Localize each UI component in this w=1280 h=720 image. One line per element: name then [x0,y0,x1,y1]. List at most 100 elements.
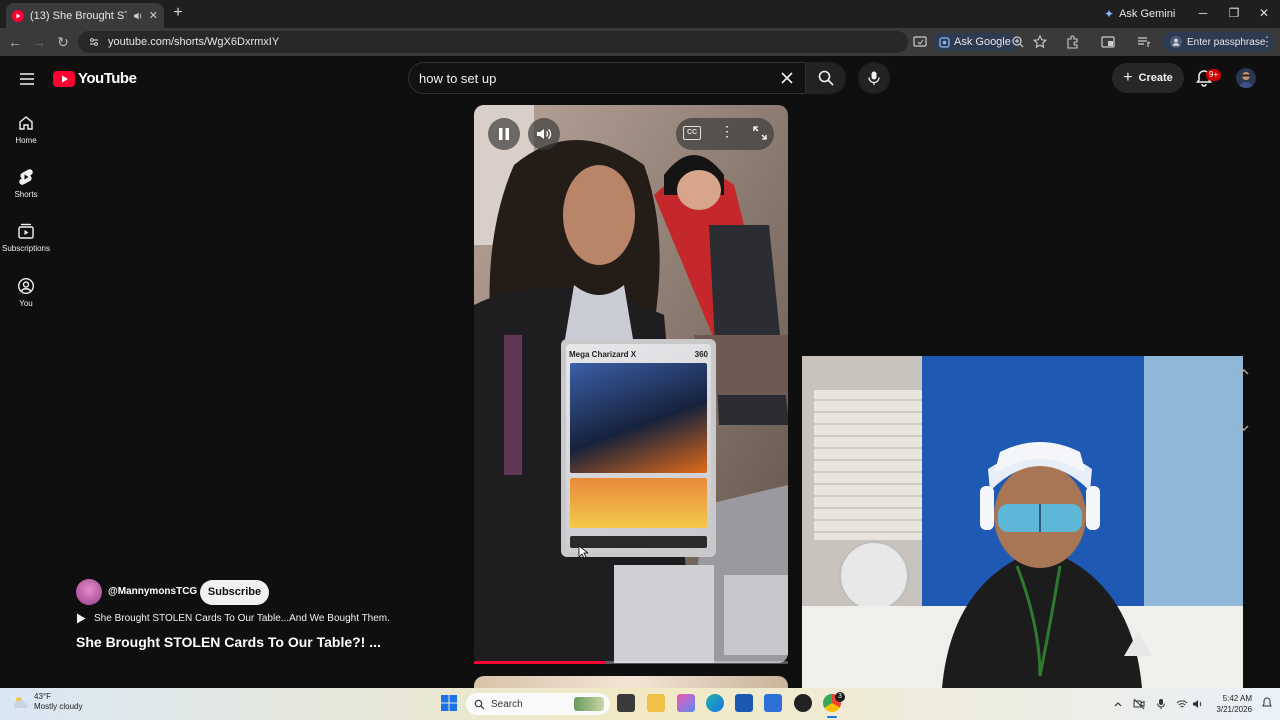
taskbar-search-box[interactable]: Search [466,693,610,715]
tab-audio-icon[interactable] [133,11,143,21]
back-arrow-icon[interactable]: ← [6,33,24,51]
windows-start-icon[interactable] [440,694,458,712]
previous-short-chevron-icon[interactable] [1237,365,1251,379]
channel-avatar[interactable] [76,579,102,605]
speaker-icon[interactable] [1192,698,1204,710]
ask-gemini-button[interactable]: ✦ Ask Gemini [1104,4,1175,24]
ask-google-button[interactable]: Ask Google [933,33,1017,51]
shorts-icon [17,168,35,186]
youtube-logo[interactable]: YouTube [53,70,137,87]
video-progress-fill [474,661,606,664]
sidebar-item-home[interactable]: Home [0,114,52,145]
mouse-cursor-icon [578,545,588,559]
reload-icon[interactable]: ↻ [54,33,72,51]
file-explorer-icon[interactable] [647,694,665,712]
card-hp: 360 [694,349,708,359]
camera-off-icon[interactable] [1133,698,1145,710]
search-icon [817,69,835,87]
create-button[interactable]: + Create [1112,63,1184,93]
voice-search-button[interactable] [858,62,890,94]
site-info-icon[interactable] [88,36,100,48]
card-footer [570,536,707,548]
youtube-wordmark: YouTube [78,70,137,87]
extensions-puzzle-icon[interactable] [1065,34,1081,50]
tab-close-icon[interactable]: ✕ [149,9,158,22]
show-hidden-icons-chevron-icon[interactable] [1112,698,1124,710]
task-view-icon[interactable] [617,694,635,712]
weather-widget[interactable]: 43°F Mostly cloudy [12,692,82,712]
channel-handle[interactable]: @MannymonsTCG [108,586,197,597]
tab-title: (13) She Brought STOLEN C [30,9,127,22]
video-progress-bar[interactable] [474,661,788,664]
notification-center-icon[interactable] [1262,697,1272,709]
video-title[interactable]: She Brought STOLEN Cards To Our Table?! … [76,634,381,650]
profile-passphrase-button[interactable]: Enter passphrase [1162,32,1274,52]
cloudy-weather-icon [12,695,30,709]
maximize-window-button[interactable]: ❐ [1226,5,1242,21]
fullscreen-icon[interactable] [752,125,768,141]
sidebar-item-shorts[interactable]: Shorts [0,168,52,199]
closed-captions-icon[interactable]: CC [683,126,701,140]
temperature: 43°F [34,692,51,701]
home-icon [17,114,35,132]
sidebar-item-label: You [19,299,33,308]
microsoft-store-icon[interactable] [735,694,753,712]
more-options-kebab-icon[interactable]: ⋮ [720,123,734,143]
shorts-sound-link[interactable]: She Brought STOLEN Cards To Our Table...… [76,613,390,624]
clear-search-icon[interactable] [778,69,796,87]
address-bar[interactable]: youtube.com/shorts/WgX6DxrmxIY [78,31,908,53]
gemini-sparkle-icon: ✦ [1104,7,1115,21]
bookmark-star-icon[interactable] [1032,34,1048,50]
play-triangle-icon [76,613,86,624]
pokemon-card: Mega Charizard X 360 [561,339,716,557]
browser-tab-strip [0,0,1280,28]
obs-studio-icon[interactable] [794,694,812,712]
volume-button[interactable] [528,118,560,150]
subscribe-button[interactable]: Subscribe [200,580,269,605]
webcam-overlay [802,356,1243,688]
search-button[interactable] [806,62,846,94]
ask-gemini-label: Ask Gemini [1119,8,1176,20]
close-window-button[interactable]: ✕ [1256,5,1272,21]
search-input[interactable]: how to set up [408,62,806,94]
pause-button[interactable] [488,118,520,150]
sidebar-item-subscriptions[interactable]: Subscriptions [0,222,52,253]
youtube-favicon-icon [12,9,24,22]
browser-menu-kebab-icon[interactable]: ⋮ [1259,34,1275,50]
next-short-chevron-icon[interactable] [1237,421,1251,435]
hamburger-menu-icon[interactable] [16,68,38,90]
windows-taskbar [0,688,1280,720]
sound-title: She Brought STOLEN Cards To Our Table...… [94,613,390,624]
forward-arrow-icon[interactable]: → [30,33,48,51]
create-label: Create [1138,72,1173,84]
cast-icon[interactable] [912,34,928,50]
sidebar-item-label: Subscriptions [1,244,51,253]
microphone-icon [866,70,882,86]
microphone-tray-icon[interactable] [1155,698,1167,710]
youtube-play-logo-icon [53,70,75,87]
plus-icon: + [1123,69,1133,86]
taskbar-clock[interactable]: 5:42 AM 3/21/2026 [1208,693,1252,715]
minimize-window-button[interactable]: ─ [1195,5,1211,21]
you-icon [17,277,35,295]
edge-browser-icon[interactable] [706,694,724,712]
zoom-icon[interactable] [1010,34,1026,50]
subscriptions-icon [17,222,35,240]
browser-tab[interactable]: (13) She Brought STOLEN C ✕ [6,3,164,28]
account-avatar[interactable] [1236,68,1256,88]
chrome-window-count-badge: 3 [835,692,845,702]
clock-time: 5:42 AM [1222,694,1252,703]
wifi-icon[interactable] [1176,698,1188,710]
clock-date: 3/21/2026 [1216,705,1252,714]
sidebar-item-you[interactable]: You [0,277,52,308]
weather-condition: Mostly cloudy [34,702,83,711]
notification-count-badge: 9+ [1206,69,1222,81]
shorts-video-player[interactable]: Mega Charizard X 360 CC ⋮ [474,105,788,663]
taskbar-search-icon [474,699,485,710]
mail-icon[interactable] [764,694,782,712]
media-controls-icon[interactable] [1136,34,1152,50]
pause-icon [498,127,510,141]
copilot-icon[interactable] [677,694,695,712]
new-tab-button[interactable]: + [168,4,188,24]
split-view-icon[interactable] [1100,34,1116,50]
